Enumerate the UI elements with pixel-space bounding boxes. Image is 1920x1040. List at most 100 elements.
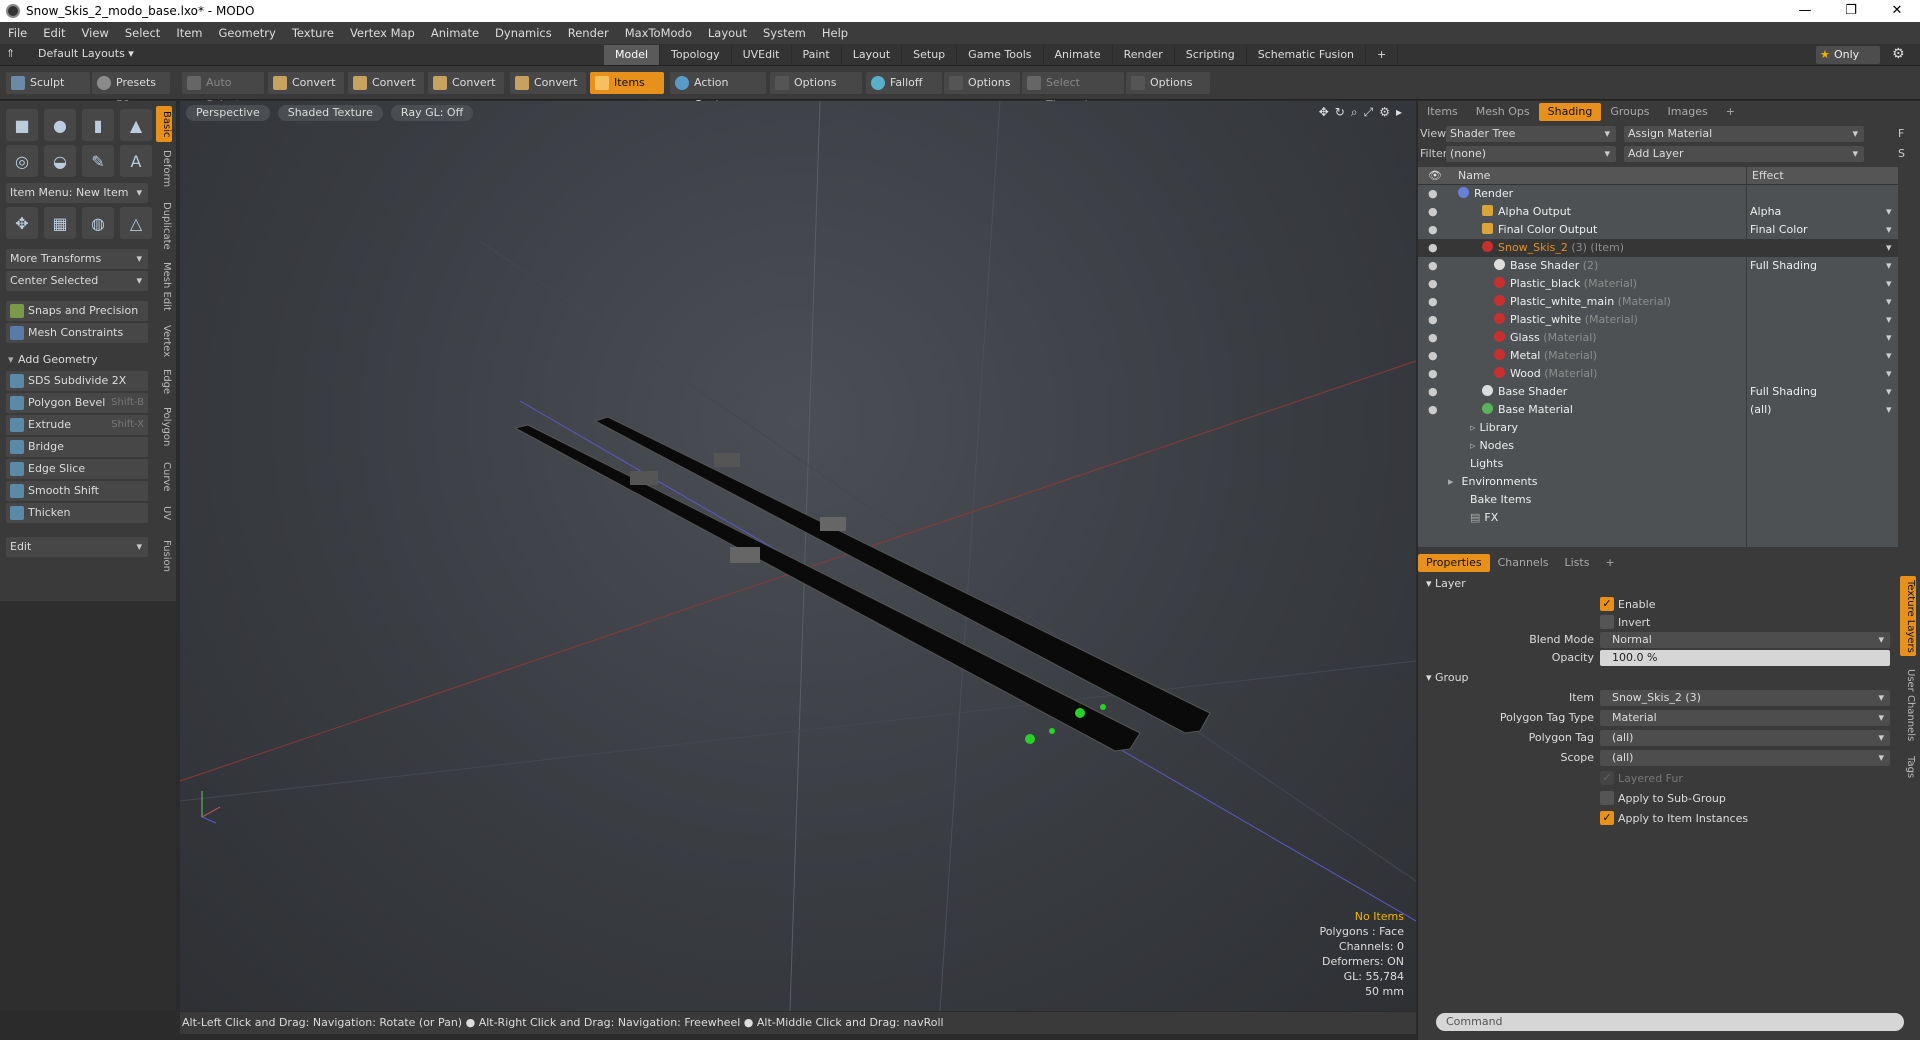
tab-render[interactable]: Render <box>1113 45 1175 65</box>
tab-setup[interactable]: Setup <box>902 45 958 65</box>
sculpt-button[interactable]: Sculpt <box>6 72 90 94</box>
s-button[interactable]: S <box>1898 145 1905 163</box>
grid-icon[interactable]: ▦ <box>44 207 76 239</box>
falloff-button[interactable]: Falloff <box>866 72 942 94</box>
maximize-button[interactable]: ❐ <box>1828 0 1874 22</box>
vtab-polygon[interactable]: Polygon <box>156 404 172 450</box>
tab-channels[interactable]: Channels <box>1490 554 1557 572</box>
scope-dropdown[interactable]: (all) <box>1600 750 1890 766</box>
add-layer-dropdown[interactable]: Add Layer <box>1624 146 1864 162</box>
chevron-down-icon[interactable]: ▾ <box>1886 329 1892 347</box>
thicken-button[interactable]: Thicken <box>6 503 148 523</box>
polygon-tag-dropdown[interactable]: (all) <box>1600 730 1890 746</box>
item-dropdown[interactable]: Snow_Skis_2 (3) <box>1600 690 1890 706</box>
apply-item-instances-checkbox[interactable]: ✓ <box>1600 811 1614 825</box>
tab-schematic-fusion[interactable]: Schematic Fusion <box>1247 45 1367 65</box>
menu-layout[interactable]: Layout <box>700 26 755 40</box>
filter-dropdown[interactable]: (none) <box>1446 146 1616 162</box>
convert-vertex-button[interactable]: Convert <box>268 72 344 94</box>
command-input[interactable]: Command <box>1436 1013 1904 1031</box>
default-layouts-dropdown[interactable]: Default Layouts ▾ <box>38 47 134 60</box>
tree-row[interactable]: ● Alpha Output Alpha ▾ <box>1418 203 1898 221</box>
convert-polygon-button[interactable]: Convert <box>428 72 504 94</box>
edit-dropdown[interactable]: Edit <box>6 537 148 557</box>
chevron-down-icon[interactable]: ▾ <box>1886 203 1892 221</box>
sds-subdivide-button[interactable]: SDS Subdivide 2X <box>6 371 148 391</box>
action-center-button[interactable]: Action Center <box>670 72 766 111</box>
tree-row[interactable]: ▸ Environments <box>1418 473 1898 491</box>
layer-section-header[interactable]: ▾ Layer <box>1426 577 1466 590</box>
menu-select[interactable]: Select <box>117 26 168 40</box>
chevron-down-icon[interactable]: ▾ <box>1886 275 1892 293</box>
eye-icon[interactable]: ● <box>1428 383 1438 401</box>
vtab-uv[interactable]: UV <box>156 502 172 524</box>
zoom-icon[interactable]: ⌕ <box>1351 105 1358 120</box>
assign-material-field[interactable]: Assign Material <box>1624 126 1864 142</box>
chevron-down-icon[interactable]: ▾ <box>1886 365 1892 383</box>
eye-icon[interactable]: ● <box>1428 401 1438 419</box>
eye-icon[interactable]: ● <box>1428 365 1438 383</box>
tree-row[interactable]: ▹ Library <box>1418 419 1898 437</box>
only-button[interactable]: ★ Only <box>1816 46 1880 64</box>
falloff-options-button[interactable]: Options <box>944 72 1020 94</box>
chevron-right-icon[interactable]: ▸ <box>1396 105 1402 120</box>
action-center-options-button[interactable]: Options <box>770 72 862 94</box>
tree-row[interactable]: ● Wood (Material) ▾ <box>1418 365 1898 383</box>
tree-row[interactable]: ● Render <box>1418 185 1898 203</box>
vtab-duplicate[interactable]: Duplicate <box>156 200 172 252</box>
vtab-mesh-edit[interactable]: Mesh Edit <box>156 260 172 312</box>
chevron-down-icon[interactable]: ▾ <box>1886 221 1892 239</box>
mesh-constraints-button[interactable]: Mesh Constraints <box>6 323 148 343</box>
sphere-icon[interactable]: ● <box>44 109 76 141</box>
eye-icon[interactable]: ● <box>1428 257 1438 275</box>
group-section-header[interactable]: ▾ Group <box>1426 671 1469 684</box>
eye-icon[interactable]: ● <box>1428 203 1438 221</box>
convert-item-button[interactable]: Convert <box>510 72 586 94</box>
chevron-down-icon[interactable]: ▾ <box>1886 347 1892 365</box>
add-geometry-header[interactable]: ▾ Add Geometry <box>6 351 148 369</box>
tree-row[interactable]: ● Metal (Material) ▾ <box>1418 347 1898 365</box>
extrude-button[interactable]: Extrude Shift-X <box>6 415 148 435</box>
select-through-button[interactable]: Select Through <box>1022 72 1124 111</box>
vtab-tags[interactable]: Tags <box>1900 752 1916 782</box>
blend-mode-dropdown[interactable]: Normal <box>1600 632 1890 648</box>
layered-fur-checkbox[interactable]: ✓ <box>1600 771 1614 785</box>
tree-row[interactable]: ● Base Shader Full Shading ▾ <box>1418 383 1898 401</box>
close-button[interactable]: ✕ <box>1874 0 1920 22</box>
eye-icon[interactable]: ● <box>1428 293 1438 311</box>
pyramid-icon[interactable]: △ <box>120 207 152 239</box>
opacity-slider[interactable]: 100.0 % <box>1600 650 1890 666</box>
bridge-button[interactable]: Bridge <box>6 437 148 457</box>
tab-animate[interactable]: Animate <box>1044 45 1113 65</box>
fit-icon[interactable]: ⤢ <box>1364 105 1374 120</box>
enable-checkbox[interactable]: ✓ <box>1600 597 1614 611</box>
move-view-icon[interactable]: ✥ <box>1319 105 1329 120</box>
polygon-tag-type-dropdown[interactable]: Material <box>1600 710 1890 726</box>
eye-icon[interactable]: ● <box>1428 239 1438 257</box>
torus-icon[interactable]: ◎ <box>6 145 38 177</box>
tab-items[interactable]: Items <box>1418 103 1467 121</box>
gear-icon[interactable]: ⚙ <box>1892 46 1905 62</box>
cone-icon[interactable]: ▲ <box>120 109 152 141</box>
text-icon[interactable]: A <box>120 145 152 177</box>
tab-scripting[interactable]: Scripting <box>1175 45 1247 65</box>
invert-checkbox[interactable] <box>1600 615 1614 629</box>
rotate-view-icon[interactable]: ↻ <box>1335 105 1345 120</box>
tree-row[interactable]: ● Plastic_white_main (Material) ▾ <box>1418 293 1898 311</box>
cube-icon[interactable]: ■ <box>6 109 38 141</box>
menu-help[interactable]: Help <box>814 26 856 40</box>
menu-view[interactable]: View <box>74 26 117 40</box>
vtab-curve[interactable]: Curve <box>156 460 172 494</box>
edge-slice-button[interactable]: Edge Slice <box>6 459 148 479</box>
menu-vertex-map[interactable]: Vertex Map <box>342 26 423 40</box>
f-button[interactable]: F <box>1898 125 1904 143</box>
presets-button[interactable]: Presets F6 <box>92 72 170 111</box>
tree-row[interactable]: ● Glass (Material) ▾ <box>1418 329 1898 347</box>
capsule-icon[interactable]: ◒ <box>44 145 76 177</box>
3d-viewport[interactable]: Perspective Shaded Texture Ray GL: Off ✥… <box>180 101 1416 1011</box>
shading-mode-button[interactable]: Shaded Texture <box>277 105 383 121</box>
snaps-button[interactable]: Snaps and Precision <box>6 301 148 321</box>
tree-row[interactable]: ● Plastic_white (Material) ▾ <box>1418 311 1898 329</box>
smooth-shift-button[interactable]: Smooth Shift <box>6 481 148 501</box>
menu-maxtomodo[interactable]: MaxToModo <box>617 26 700 40</box>
